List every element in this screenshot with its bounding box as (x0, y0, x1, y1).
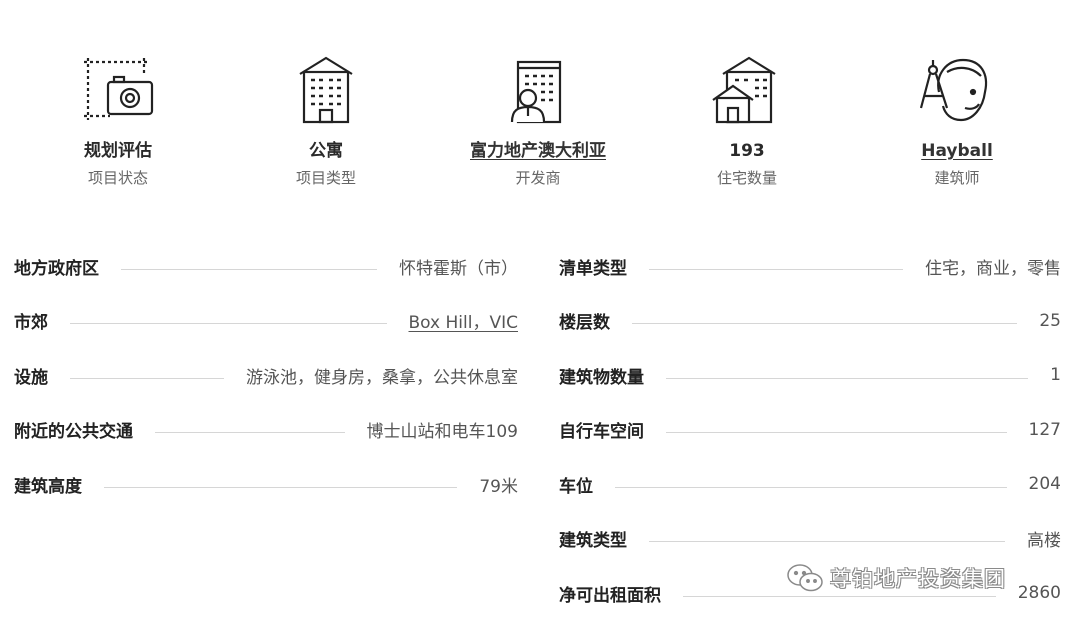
developer-building-icon (510, 60, 562, 124)
leader-line (70, 377, 224, 379)
stat-label: 开发商 (515, 169, 561, 187)
detail-row: 建筑高度 79米 (14, 466, 518, 502)
stat-value-link[interactable]: 富力地产澳大利亚 (428, 140, 648, 162)
detail-value: 高楼 (1027, 531, 1061, 551)
detail-key: 设施 (14, 367, 48, 388)
detail-value: 博士山站和电车109 (366, 422, 518, 442)
stat-project-type: 公寓 项目类型 (216, 52, 436, 188)
details-left: 地方政府区 怀特霍斯（市） 市郊 Box Hill，VIC 设施 游泳池，健身房… (14, 248, 518, 521)
detail-row: 建筑类型 高楼 (559, 521, 1061, 557)
stat-developer[interactable]: 富力地产澳大利亚 开发商 (428, 52, 648, 188)
leader-line (649, 268, 903, 270)
leader-line (632, 323, 1018, 324)
detail-key: 车位 (559, 476, 593, 497)
apartment-building-icon (299, 56, 353, 124)
stat-value: 规划评估 (84, 141, 152, 161)
detail-key: 净可出租面积 (559, 585, 661, 606)
stat-dwellings: 193 住宅数量 (637, 52, 857, 188)
detail-key: 楼层数 (559, 313, 610, 333)
stat-label: 建筑师 (934, 169, 980, 187)
leader-line (666, 377, 1029, 379)
stat-project-status: 规划评估 项目状态 (8, 52, 228, 188)
detail-row: 楼层数 25 (559, 303, 1061, 339)
stat-value: 193 (729, 141, 765, 161)
detail-value: 游泳池，健身房，桑拿，公共休息室 (246, 367, 518, 388)
detail-row: 设施 游泳池，健身房，桑拿，公共休息室 (14, 357, 518, 393)
leader-line (104, 486, 458, 488)
detail-row: 建筑物数量 1 (559, 357, 1061, 393)
detail-row: 清单类型 住宅，商业，零售 (559, 248, 1061, 284)
detail-row: 地方政府区 怀特霍斯（市） (14, 248, 518, 284)
detail-key: 建筑类型 (559, 531, 627, 551)
stat-label: 项目类型 (295, 169, 356, 187)
stat-label: 项目状态 (87, 169, 148, 187)
watermark: 尊铂地产投资集团 (786, 563, 1006, 593)
leader-line (70, 323, 387, 324)
planning-camera-icon (84, 58, 154, 120)
detail-value: 2860 (1017, 583, 1061, 603)
leader-line (121, 268, 377, 270)
detail-key: 建筑高度 (14, 476, 82, 497)
detail-key: 市郊 (14, 313, 48, 333)
detail-key: 自行车空间 (559, 422, 644, 442)
architect-compass-icon (919, 58, 988, 122)
stat-value: 公寓 (309, 141, 343, 161)
houses-icon (712, 56, 776, 124)
leader-line (615, 486, 1007, 488)
detail-value: 79米 (479, 476, 518, 497)
detail-row: 车位 204 (559, 466, 1061, 502)
detail-row: 附近的公共交通 博士山站和电车109 (14, 412, 518, 448)
detail-value-link[interactable]: Box Hill，VIC (409, 308, 518, 333)
leader-line (155, 432, 345, 433)
detail-key: 建筑物数量 (559, 367, 644, 388)
detail-value: 204 (1028, 474, 1061, 494)
leader-line (683, 595, 996, 597)
detail-value: 1 (1050, 365, 1061, 385)
stat-label: 住宅数量 (716, 169, 777, 187)
stat-value-link[interactable]: Hayball (847, 140, 1067, 162)
leader-line (666, 432, 1007, 433)
detail-key: 清单类型 (559, 258, 627, 279)
detail-value: 住宅，商业，零售 (925, 258, 1061, 279)
project-stats: 规划评估 项目状态 公寓 项目类型 富力地产澳大利亚 开发商 193 住宅数量 … (0, 52, 1080, 202)
watermark-text: 尊铂地产投资集团 (830, 567, 1006, 591)
detail-value: 25 (1039, 310, 1061, 331)
detail-key: 附近的公共交通 (14, 422, 133, 442)
detail-row: 市郊 Box Hill，VIC (14, 303, 518, 339)
wechat-icon (787, 564, 823, 592)
leader-line (649, 541, 1005, 542)
stat-architect[interactable]: Hayball 建筑师 (847, 52, 1067, 188)
detail-value: 怀特霍斯（市） (399, 258, 518, 279)
detail-value: 127 (1028, 419, 1061, 440)
detail-row: 自行车空间 127 (559, 412, 1061, 448)
detail-key: 地方政府区 (14, 258, 99, 279)
